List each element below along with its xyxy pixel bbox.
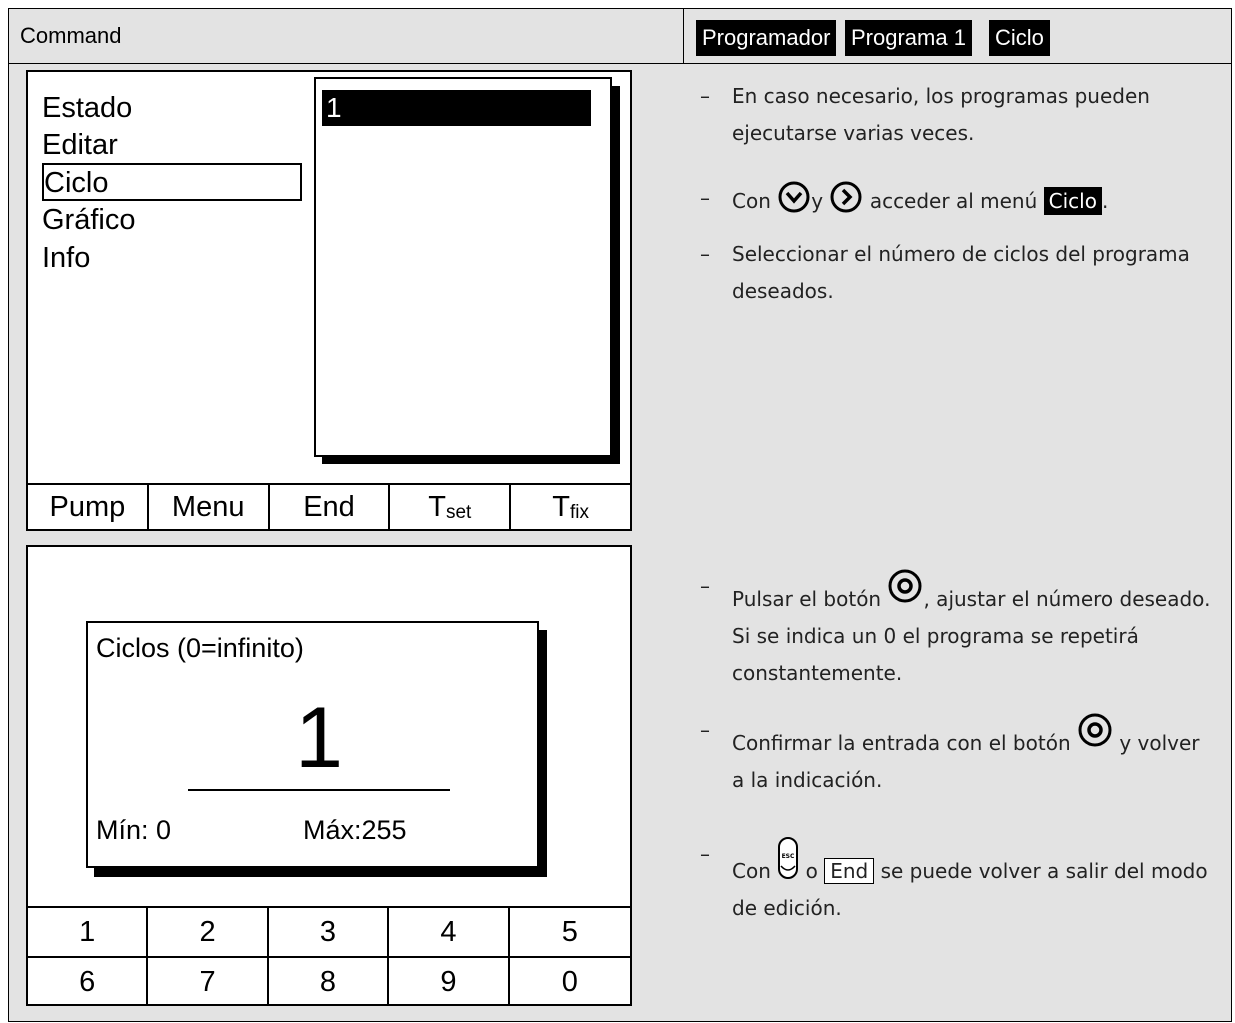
- enter-knob-icon: [1078, 713, 1112, 747]
- instruction-4-pre: Pulsar el botón: [732, 587, 882, 611]
- instruction-6-line-2: de edición.: [732, 896, 842, 920]
- ciclo-menu-badge: Ciclo: [1043, 187, 1102, 215]
- num-key-2[interactable]: 2: [148, 908, 269, 958]
- instruction-4-line-3: constantemente.: [732, 661, 903, 685]
- instruction-5-post: y volver: [1119, 731, 1200, 755]
- bullet-dash: –: [700, 718, 710, 742]
- breadcrumb-programa-1[interactable]: Programa 1: [845, 20, 972, 56]
- header-title: Command: [8, 8, 684, 64]
- instruction-1-line-1: En caso necesario, los programas pueden: [732, 84, 1150, 108]
- instruction-4-line-2: Si se indica un 0 el programa se repetir…: [732, 624, 1139, 648]
- esc-button-icon: ESC: [778, 837, 799, 879]
- breadcrumb-programador[interactable]: Programador: [696, 20, 837, 56]
- function-key-bar: Pump Menu End Tset Tfix: [26, 483, 632, 531]
- tfix-sub: fix: [569, 502, 589, 523]
- num-key-6[interactable]: 6: [28, 958, 149, 1006]
- num-key-7[interactable]: 7: [148, 958, 269, 1006]
- num-key-1[interactable]: 1: [28, 908, 149, 958]
- bullet-dash: –: [700, 842, 710, 866]
- min-label: Mín: 0: [96, 815, 172, 845]
- cycle-list-popup: [314, 77, 612, 457]
- esc-label: ESC: [782, 853, 795, 860]
- enter-knob-icon: [888, 569, 922, 603]
- num-key-9[interactable]: 9: [389, 958, 510, 1006]
- cycles-value[interactable]: 1: [188, 692, 450, 784]
- value-underline: [188, 789, 450, 791]
- instruction-5-pre: Confirmar la entrada con el botón: [732, 731, 1071, 755]
- instruction-6-mid: o: [805, 859, 818, 883]
- tset-main: T: [428, 491, 446, 523]
- instruction-5-line-2: a la indicación.: [732, 768, 883, 792]
- breadcrumb-ciclo[interactable]: Ciclo: [989, 20, 1050, 56]
- menu-key[interactable]: Menu: [149, 485, 270, 529]
- instruction-4-post: , ajustar el número deseado.: [923, 587, 1211, 611]
- num-key-4[interactable]: 4: [389, 908, 510, 958]
- num-key-0[interactable]: 0: [510, 958, 630, 1006]
- num-key-5[interactable]: 5: [509, 908, 630, 958]
- tset-sub: set: [445, 502, 472, 523]
- instruction-2-end: .: [1101, 189, 1109, 213]
- cycle-list-selected[interactable]: 1: [322, 90, 591, 126]
- numeric-keypad: 1 2 3 4 5 6 7 8 9 0: [26, 906, 632, 1006]
- instruction-6-post: se puede volver a salir del modo: [880, 859, 1208, 883]
- instruction-3-line-2: deseados.: [732, 279, 834, 303]
- dialog-title: Ciclos (0=infinito): [96, 633, 304, 663]
- bullet-dash: –: [700, 242, 710, 266]
- chevron-right-button-icon: [830, 181, 862, 213]
- instruction-2-pre: Con: [732, 189, 771, 213]
- num-key-3[interactable]: 3: [268, 908, 390, 958]
- breadcrumb: Programador Programa 1 Ciclo: [684, 8, 1232, 64]
- bullet-dash: –: [700, 84, 710, 108]
- instruction-2-mid: y: [811, 189, 824, 213]
- pump-key[interactable]: Pump: [28, 485, 149, 529]
- instruction-1-line-2: ejecutarse varias veces.: [732, 121, 975, 145]
- end-key[interactable]: End: [270, 485, 391, 529]
- bullet-dash: –: [700, 186, 710, 210]
- menu-item-ciclo[interactable]: Ciclo: [44, 164, 108, 202]
- tset-key[interactable]: Tset: [390, 485, 512, 529]
- menu-item-estado[interactable]: Estado: [42, 89, 132, 127]
- instruction-6-pre: Con: [732, 859, 771, 883]
- tfix-main: T: [552, 491, 570, 523]
- menu-item-info[interactable]: Info: [42, 239, 90, 277]
- end-key-box: End: [824, 858, 875, 884]
- instruction-3-line-1: Seleccionar el número de ciclos del prog…: [732, 242, 1190, 266]
- chevron-down-button-icon: [778, 181, 810, 213]
- menu-item-grafico[interactable]: Gráfico: [42, 201, 135, 239]
- instruction-2-post: acceder al menú: [869, 189, 1038, 213]
- num-key-8[interactable]: 8: [269, 958, 390, 1006]
- menu-item-editar[interactable]: Editar: [42, 126, 118, 164]
- max-label: Máx:255: [303, 815, 407, 845]
- bullet-dash: –: [700, 574, 710, 598]
- tfix-key[interactable]: Tfix: [511, 485, 630, 529]
